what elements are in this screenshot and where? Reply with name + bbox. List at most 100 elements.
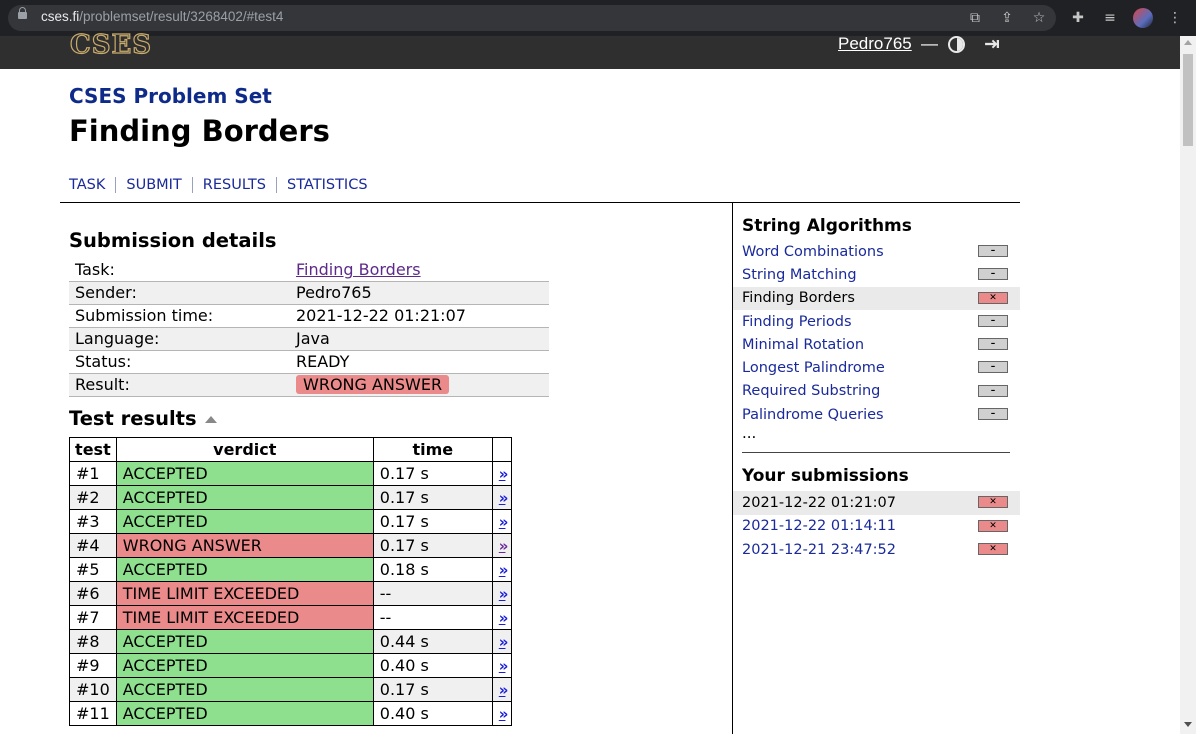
submission-link[interactable]: 2021-12-22 01:14:11: [742, 518, 896, 534]
collapse-triangle-icon[interactable]: [204, 416, 217, 423]
tab-submit[interactable]: SUBMIT: [115, 177, 191, 193]
submission-details-heading: Submission details: [69, 229, 277, 252]
test-time: --: [372, 581, 493, 606]
translate-icon[interactable]: ⧉: [966, 9, 984, 27]
sidebar-task-item[interactable]: Palindrome Queries –: [733, 403, 1020, 426]
submission-link[interactable]: 2021-12-21 23:47:52: [742, 542, 896, 558]
table-row: #2 ACCEPTED 0.17 s »: [69, 485, 513, 510]
test-time: 0.17 s: [372, 485, 493, 510]
share-icon[interactable]: ⇪: [998, 9, 1016, 27]
submission-item[interactable]: 2021-12-22 01:14:11 ✕: [733, 515, 1020, 538]
table-row: #8 ACCEPTED 0.44 s »: [69, 629, 513, 654]
sidebar-task-item[interactable]: Minimal Rotation –: [733, 333, 1020, 356]
details-value: Pedro765: [296, 283, 372, 302]
table-row: #11 ACCEPTED 0.40 s »: [69, 701, 513, 726]
details-row: Status: READY: [69, 351, 549, 374]
test-time: 0.40 s: [372, 653, 493, 678]
task-unsolved-icon: –: [978, 338, 1008, 351]
submission-item[interactable]: 2021-12-21 23:47:52 ✕: [733, 538, 1020, 561]
table-row: #7 TIME LIMIT EXCEEDED -- »: [69, 605, 513, 630]
submissions-list: 2021-12-22 01:21:07 ✕ 2021-12-22 01:14:11 ✕…: [733, 491, 1020, 561]
test-verdict: ACCEPTED: [115, 629, 374, 654]
test-verdict: WRONG ANSWER: [115, 533, 374, 558]
page-title: Finding Borders: [69, 114, 330, 148]
sidebar-task-link[interactable]: Palindrome Queries: [742, 407, 884, 423]
sidebar-task-link[interactable]: Word Combinations: [742, 244, 884, 260]
sidebar-task-item[interactable]: Finding Periods –: [733, 310, 1020, 333]
sidebar-task-item[interactable]: Word Combinations –: [733, 240, 1020, 263]
sidebar-task-link[interactable]: Longest Palindrome: [742, 360, 885, 376]
sidebar-task-item[interactable]: Longest Palindrome –: [733, 356, 1020, 379]
test-details-link-icon[interactable]: »: [499, 585, 509, 603]
sidebar-task-item[interactable]: String Matching –: [733, 263, 1020, 286]
test-number: #9: [69, 653, 117, 678]
site-header: CSES Pedro765 — ⇥: [0, 29, 1180, 69]
scroll-down-arrow-icon[interactable]: [1184, 722, 1192, 727]
test-number: #11: [69, 701, 117, 726]
column-header-test: test: [69, 437, 117, 462]
task-link[interactable]: Finding Borders: [296, 260, 421, 279]
bookmark-star-icon[interactable]: ☆: [1030, 9, 1048, 27]
test-details-link-icon[interactable]: »: [499, 705, 509, 723]
test-number: #2: [69, 485, 117, 510]
test-details-link-icon[interactable]: »: [499, 537, 509, 555]
lock-icon[interactable]: [18, 7, 27, 19]
test-time: 0.17 s: [372, 509, 493, 534]
test-details-link-icon[interactable]: »: [499, 609, 509, 627]
scrollbar-thumb[interactable]: [1183, 54, 1193, 146]
problem-set-link[interactable]: CSES Problem Set: [69, 84, 272, 108]
test-number: #7: [69, 605, 117, 630]
sidebar-task-link[interactable]: Minimal Rotation: [742, 337, 864, 353]
test-details-link-icon[interactable]: »: [499, 681, 509, 699]
sidebar-task-item[interactable]: Finding Borders ✕: [733, 286, 1020, 310]
test-details-link-icon[interactable]: »: [499, 657, 509, 675]
task-list: Word Combinations – String Matching – Findin…: [733, 240, 1020, 426]
test-details-link-icon[interactable]: »: [499, 465, 509, 483]
test-verdict: ACCEPTED: [115, 461, 374, 486]
details-value: 2021-12-22 01:21:07: [296, 306, 466, 325]
test-details-cell: »: [491, 653, 513, 678]
scroll-up-arrow-icon[interactable]: [1184, 40, 1192, 45]
tab-statistics[interactable]: STATISTICS: [276, 177, 378, 193]
sidebar-task-link[interactable]: Finding Borders: [742, 290, 855, 306]
media-control-icon[interactable]: ≡: [1101, 9, 1119, 27]
test-number: #6: [69, 581, 117, 606]
extensions-icon[interactable]: ✚: [1069, 9, 1087, 27]
test-number: #5: [69, 557, 117, 582]
test-results-heading[interactable]: Test results: [69, 407, 217, 430]
sidebar-task-link[interactable]: Finding Periods: [742, 314, 852, 330]
sidebar-task-link[interactable]: String Matching: [742, 267, 857, 283]
task-unsolved-icon: –: [978, 268, 1008, 281]
test-details-link-icon[interactable]: »: [499, 633, 509, 651]
details-row: Submission time: 2021-12-22 01:21:07: [69, 305, 549, 328]
user-link[interactable]: Pedro765: [838, 34, 912, 54]
submission-link[interactable]: 2021-12-22 01:21:07: [742, 495, 896, 511]
test-details-cell: »: [491, 677, 513, 702]
submission-item[interactable]: 2021-12-22 01:21:07 ✕: [733, 491, 1020, 515]
test-verdict: TIME LIMIT EXCEEDED: [115, 581, 374, 606]
cses-logo[interactable]: CSES: [69, 29, 152, 60]
url-host: cses.fi: [41, 9, 80, 24]
test-details-link-icon[interactable]: »: [499, 561, 509, 579]
url-text[interactable]: cses.fi/problemset/result/3268402/#test4: [41, 9, 283, 24]
test-time: 0.18 s: [372, 557, 493, 582]
browser-menu-icon[interactable]: ⋮: [1166, 9, 1184, 27]
task-failed-icon: ✕: [978, 291, 1008, 304]
profile-avatar[interactable]: [1133, 8, 1153, 28]
table-row: #9 ACCEPTED 0.40 s »: [69, 653, 513, 678]
more-tasks-ellipsis: ...: [742, 424, 757, 443]
details-value: WRONG ANSWER: [296, 374, 549, 396]
column-header-link: [491, 437, 513, 462]
sidebar: String Algorithms Word Combinations – Stri…: [733, 203, 1020, 561]
theme-toggle-icon[interactable]: [948, 36, 965, 53]
test-details-link-icon[interactable]: »: [499, 513, 509, 531]
task-unsolved-icon: –: [978, 408, 1008, 421]
tab-task[interactable]: TASK: [69, 177, 115, 193]
sidebar-task-link[interactable]: Required Substring: [742, 383, 880, 399]
tab-results[interactable]: RESULTS: [191, 177, 276, 193]
details-key: Submission time:: [75, 306, 214, 325]
logout-icon[interactable]: ⇥: [984, 33, 1000, 55]
test-details-link-icon[interactable]: »: [499, 489, 509, 507]
sidebar-task-item[interactable]: Required Substring –: [733, 380, 1020, 403]
test-time: 0.40 s: [372, 701, 493, 726]
